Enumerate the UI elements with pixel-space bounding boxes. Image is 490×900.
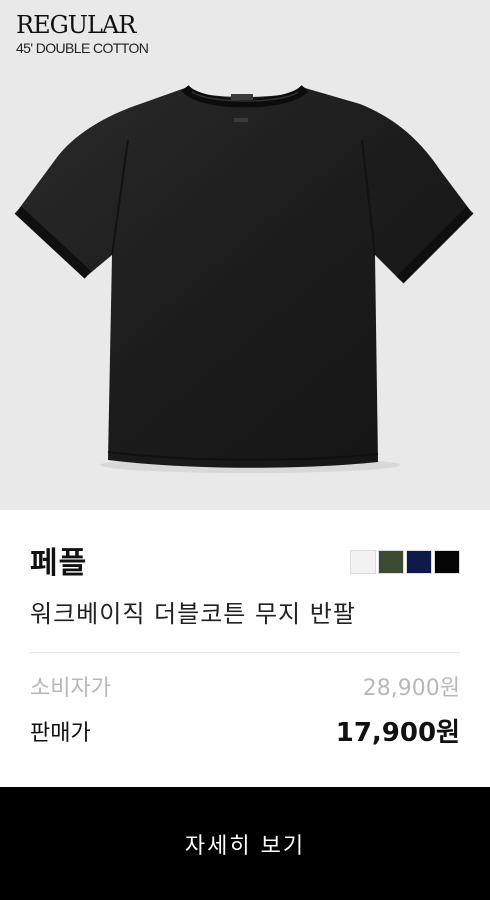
product-name[interactable]: 워크베이직 더블코튼 무지 반팔 (30, 594, 356, 629)
color-swatch[interactable] (406, 550, 432, 574)
fit-title: REGULAR (16, 11, 136, 39)
tshirt-image (14, 84, 474, 473)
msrp-label: 소비자가 (30, 676, 111, 701)
product-hero-image[interactable]: REGULAR 45' DOUBLE COTTON (0, 0, 490, 510)
sale-price-value: 17,900원 (335, 718, 460, 748)
product-info: 페플 워크베이직 더블코튼 무지 반팔 소비자가 28,900원 판매가 17,… (0, 510, 490, 787)
color-swatches (350, 550, 460, 574)
msrp-value: 28,900원 (362, 676, 460, 701)
color-swatch[interactable] (378, 550, 404, 574)
fabric-subtitle: 45' DOUBLE COTTON (16, 40, 149, 56)
sale-price-label: 판매가 (30, 720, 91, 746)
color-swatch[interactable] (350, 550, 376, 574)
brand-name[interactable]: 페플 (30, 538, 87, 582)
sale-price-row: 판매가 17,900원 (30, 712, 460, 749)
divider (30, 652, 460, 653)
color-swatch[interactable] (434, 550, 460, 574)
msrp-row: 소비자가 28,900원 (30, 670, 460, 702)
view-details-button[interactable]: 자세히 보기 (0, 787, 490, 900)
